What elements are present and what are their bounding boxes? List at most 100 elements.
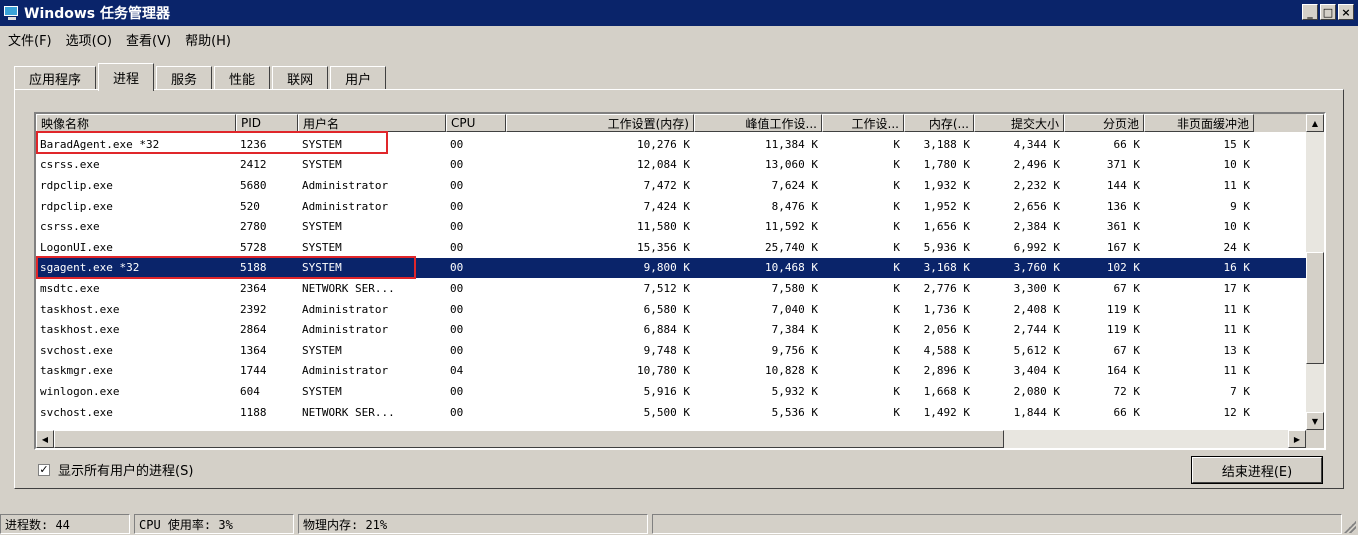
cell-nonpaged-pool: 11 K [1223,302,1251,316]
cell-nonpaged-pool: 15 K [1223,137,1251,151]
cell-user-name: SYSTEM [302,158,342,172]
table-row[interactable]: csrss.exe 2412 SYSTEM 00 12,084 K 13,060 K K 1,… [36,155,1306,176]
col-memory-header[interactable]: 内存(... [904,114,974,132]
col-peak-working-set-header[interactable]: 峰值工作设... [694,114,822,132]
cell-image-name: svchost.exe [40,343,113,357]
cell-image-name: taskhost.exe [40,302,120,316]
cell-image-name: csrss.exe [40,158,100,172]
cell-user-name: Administrator [302,323,389,337]
cell-working-set-delta: K [893,261,900,275]
tab-processes[interactable]: 进程 [98,63,155,91]
cell-user-name: Administrator [302,364,389,378]
table-row[interactable]: LogonUI.exe 5728 SYSTEM 00 15,356 K 25,740 K K… [36,237,1306,258]
table-row[interactable]: taskhost.exe 2864 Administrator 00 6,884 K 7,… [36,319,1306,340]
cell-user-name: SYSTEM [302,220,342,234]
horizontal-scroll-thumb[interactable] [54,430,1004,448]
horizontal-scrollbar[interactable]: ◀ ▶ [36,430,1306,448]
cell-nonpaged-pool: 12 K [1223,405,1251,419]
table-row[interactable]: svchost.exe 1188 NETWORK SER... 00 5,500 K 5,… [36,402,1306,423]
cell-image-name: LogonUI.exe [40,240,113,254]
tab-users[interactable]: 用户 [330,66,387,90]
process-list[interactable]: 映像名称 PID 用户名 CPU 工作设置(内存) 峰值工作设... 工作设... 内存(..… [34,112,1326,450]
col-working-set-header[interactable]: 工作设置(内存) [506,114,694,132]
scroll-up-arrow-icon[interactable]: ▲ [1306,114,1324,132]
cell-cpu: 00 [450,240,464,254]
cell-paged-pool: 119 K [1106,302,1140,316]
cell-pid: 520 [240,199,260,213]
col-working-set-delta-header[interactable]: 工作设... [822,114,904,132]
cell-peak-working-set: 9,756 K [771,343,818,357]
task-manager-icon [4,6,20,20]
cell-working-set-delta: K [893,158,900,172]
cell-peak-working-set: 11,384 K [765,137,818,151]
col-paged-pool-header[interactable]: 分页池 [1064,114,1144,132]
table-row[interactable]: taskmgr.exe 1744 Administrator 04 10,780 K 10… [36,361,1306,382]
tab-networking[interactable]: 联网 [272,66,329,90]
cell-pid: 604 [240,384,260,398]
maximize-button[interactable]: □ [1320,4,1336,20]
cell-commit-size: 3,760 K [1013,261,1060,275]
vertical-scroll-thumb[interactable] [1306,252,1324,364]
table-row[interactable]: svchost.exe 1364 SYSTEM 00 9,748 K 9,756 K K 4,… [36,340,1306,361]
window-title: Windows 任务管理器 [24,6,170,22]
tab-services[interactable]: 服务 [156,66,213,90]
cell-paged-pool: 371 K [1106,158,1140,172]
cell-cpu: 00 [450,323,464,337]
table-row[interactable]: taskhost.exe 2392 Administrator 00 6,580 K 7,… [36,299,1306,320]
cell-working-set: 6,580 K [643,302,690,316]
cell-working-set-delta: K [893,364,900,378]
cell-memory: 3,188 K [923,137,970,151]
cell-paged-pool: 119 K [1106,323,1140,337]
col-pid-header[interactable]: PID [236,114,298,132]
cell-pid: 1188 [240,405,267,419]
cell-cpu: 00 [450,137,464,151]
tab-performance[interactable]: 性能 [214,66,271,90]
menu-help[interactable]: 帮助(H) [185,30,231,49]
vertical-scrollbar[interactable]: ▲ ▼ [1306,114,1324,430]
cell-memory: 2,896 K [923,364,970,378]
highlight-box-sgagent [36,256,416,279]
col-user-name-header[interactable]: 用户名 [298,114,446,132]
close-button[interactable]: × [1338,4,1354,20]
table-row[interactable]: msdtc.exe 2364 NETWORK SER... 00 7,512 K 7,58… [36,278,1306,299]
show-all-users-option[interactable]: ✓ 显示所有用户的进程(S) [38,460,193,479]
cell-cpu: 00 [450,405,464,419]
cell-paged-pool: 144 K [1106,178,1140,192]
cell-cpu: 00 [450,220,464,234]
cell-working-set: 10,780 K [637,364,690,378]
cell-peak-working-set: 7,624 K [771,178,818,192]
show-all-users-checkbox[interactable]: ✓ [38,463,50,476]
tab-applications[interactable]: 应用程序 [14,66,97,90]
cell-image-name: rdpclip.exe [40,199,113,213]
col-image-name-header[interactable]: 映像名称 [36,114,236,132]
cell-image-name: csrss.exe [40,220,100,234]
cell-memory: 1,668 K [923,384,970,398]
cell-user-name: SYSTEM [302,343,342,357]
table-row[interactable]: rdpclip.exe 5680 Administrator 00 7,472 K 7,6… [36,175,1306,196]
col-cpu-header[interactable]: CPU [446,114,506,132]
menu-view[interactable]: 查看(V) [126,30,171,49]
menu-file[interactable]: 文件(F) [8,30,52,49]
cell-user-name: Administrator [302,178,389,192]
minimize-button[interactable]: _ [1302,4,1318,20]
cell-commit-size: 4,344 K [1013,137,1060,151]
menu-bar: 文件(F) 选项(O) 查看(V) 帮助(H) [0,27,245,51]
cell-user-name: NETWORK SER... [302,405,395,419]
scroll-left-arrow-icon[interactable]: ◀ [36,430,54,448]
scroll-right-arrow-icon[interactable]: ▶ [1288,430,1306,448]
resize-grip-icon[interactable] [1344,521,1356,533]
table-row[interactable]: winlogon.exe 604 SYSTEM 00 5,916 K 5,932 K K 1,… [36,381,1306,402]
cell-working-set-delta: K [893,199,900,213]
end-process-button[interactable]: 结束进程(E) [1191,456,1323,484]
cell-user-name: Administrator [302,302,389,316]
col-commit-size-header[interactable]: 提交大小 [974,114,1064,132]
cell-image-name: msdtc.exe [40,281,100,295]
cell-image-name: taskmgr.exe [40,364,113,378]
col-nonpaged-pool-header[interactable]: 非页面缓冲池 [1144,114,1254,132]
table-row[interactable]: rdpclip.exe 520 Administrator 00 7,424 K 8,47… [36,196,1306,217]
cell-paged-pool: 136 K [1106,199,1140,213]
menu-options[interactable]: 选项(O) [66,30,112,49]
scroll-down-arrow-icon[interactable]: ▼ [1306,412,1324,430]
table-row[interactable]: csrss.exe 2780 SYSTEM 00 11,580 K 11,592 K K 1,… [36,216,1306,237]
cell-peak-working-set: 7,384 K [771,323,818,337]
